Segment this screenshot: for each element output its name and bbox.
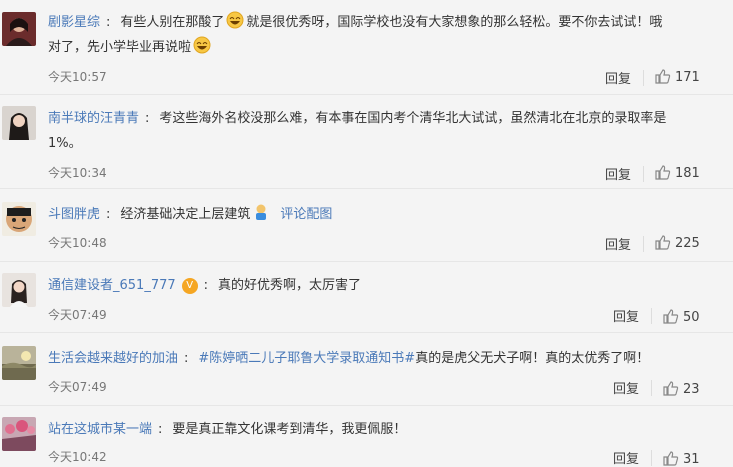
comment-item: 通信建设者_651_777 V: 真的好优秀啊，太厉害了 今天07:49 回复 50: [0, 261, 733, 333]
comment-text-line: 1%。: [48, 136, 82, 151]
comment-text: 通信建设者_651_777 V: 真的好优秀啊，太厉害了: [48, 273, 703, 298]
divider: [651, 450, 652, 466]
like-button[interactable]: 50: [662, 308, 700, 325]
like-count: 171: [675, 70, 700, 85]
reply-button[interactable]: 回复: [613, 306, 639, 325]
divider: [651, 308, 652, 324]
avatar[interactable]: [2, 273, 36, 307]
timestamp: 今天07:49: [48, 308, 107, 322]
username-link[interactable]: 斗图胖虎: [48, 207, 100, 222]
hashtag-link[interactable]: #陈婷晒二儿子耶鲁大学录取通知书#: [198, 351, 415, 366]
comment-text-line: 对了，先小学毕业再说啦: [48, 35, 703, 60]
colon: :: [106, 207, 111, 222]
laughing-emoji-icon: [193, 36, 211, 54]
comment-text: 南半球的汪青青: 考这些海外名校没那么难，有本事在国内考个清华北大试试，虽然清北在…: [48, 106, 703, 131]
comment-text-part: 要是真正靠文化课考到清华，我更佩服！: [172, 422, 407, 437]
thumbs-up-icon: [663, 381, 679, 396]
comment-image-link[interactable]: 评论配图: [280, 207, 332, 222]
thumbs-up-icon: [663, 451, 679, 466]
comment-text-part: 就是很优秀呀，国际学校也没有大家想象的那么轻松。要不你去试试！哦: [246, 15, 663, 30]
comment-text-part: 真的是虎父无犬子啊！真的太优秀了啊！: [415, 351, 650, 366]
username-link[interactable]: 南半球的汪青青: [48, 111, 139, 126]
timestamp: 今天10:48: [48, 236, 107, 250]
avatar[interactable]: [2, 106, 36, 140]
comment-text-part: 真的好优秀啊，太厉害了: [218, 278, 362, 293]
timestamp: 今天10:57: [48, 70, 107, 84]
divider: [643, 236, 644, 252]
avatar[interactable]: [2, 417, 36, 451]
like-count: 181: [675, 166, 700, 181]
reply-button[interactable]: 回复: [605, 234, 631, 253]
verified-badge-icon: V: [181, 278, 198, 294]
comment-text-part: 有些人别在那酸了: [120, 15, 225, 30]
comment-list: 剧影星综: 有些人别在那酸了 就是很优秀呀，国际学校也没有大家想象的那么轻松。要不你…: [0, 0, 733, 467]
laughing-emoji-icon: [226, 11, 244, 29]
divider: [643, 166, 644, 182]
username-link[interactable]: 站在这城市某一端: [48, 422, 152, 437]
like-button[interactable]: 23: [662, 380, 700, 397]
avatar[interactable]: [2, 12, 36, 46]
like-button[interactable]: 225: [654, 234, 700, 251]
username-link[interactable]: 通信建设者_651_777: [48, 278, 176, 293]
comment-item: 站在这城市某一端: 要是真正靠文化课考到清华，我更佩服！ 今天10:42 回复 3…: [0, 405, 733, 467]
like-button[interactable]: 181: [654, 164, 700, 181]
colon: :: [184, 351, 189, 366]
colon: :: [158, 422, 163, 437]
colon: :: [203, 278, 209, 293]
like-count: 225: [675, 236, 700, 251]
comment-text: 站在这城市某一端: 要是真正靠文化课考到清华，我更佩服！: [48, 417, 703, 442]
comment-text-part: 对了，先小学毕业再说啦: [48, 40, 192, 55]
avatar[interactable]: [2, 346, 36, 380]
like-count: 31: [683, 452, 700, 467]
timestamp: 今天10:34: [48, 166, 107, 180]
comment-item: 剧影星综: 有些人别在那酸了 就是很优秀呀，国际学校也没有大家想象的那么轻松。要不你…: [0, 0, 733, 95]
reply-button[interactable]: 回复: [605, 164, 631, 183]
avatar[interactable]: [2, 202, 36, 236]
like-count: 50: [683, 310, 700, 325]
like-button[interactable]: 31: [662, 450, 700, 467]
comment-item: 生活会越来越好的加油: #陈婷晒二儿子耶鲁大学录取通知书#真的是虎父无犬子啊！真的…: [0, 332, 733, 406]
comment-item: 斗图胖虎: 经济基础决定上层建筑 评论配图 今天10:48 回复 225: [0, 188, 733, 262]
sticker-icon: [256, 204, 267, 220]
like-count: 23: [683, 382, 700, 397]
thumbs-up-icon: [655, 69, 671, 84]
comment-text-part: 考这些海外名校没那么难，有本事在国内考个清华北大试试，虽然清北在北京的录取率是: [159, 111, 667, 126]
reply-button[interactable]: 回复: [613, 378, 639, 397]
username-link[interactable]: 生活会越来越好的加油: [48, 351, 178, 366]
timestamp: 今天10:42: [48, 450, 107, 464]
thumbs-up-icon: [655, 235, 671, 250]
comment-text-part: 经济基础决定上层建筑: [120, 207, 251, 222]
like-button[interactable]: 171: [654, 68, 700, 85]
timestamp: 今天07:49: [48, 380, 107, 394]
reply-button[interactable]: 回复: [605, 68, 631, 87]
colon: :: [106, 15, 111, 30]
comment-text: 斗图胖虎: 经济基础决定上层建筑 评论配图: [48, 202, 703, 227]
comment-text: 生活会越来越好的加油: #陈婷晒二儿子耶鲁大学录取通知书#真的是虎父无犬子啊！真的…: [48, 346, 703, 371]
comment-item: 南半球的汪青青: 考这些海外名校没那么难，有本事在国内考个清华北大试试，虽然清北在…: [0, 94, 733, 189]
thumbs-up-icon: [663, 309, 679, 324]
comment-text: 剧影星综: 有些人别在那酸了 就是很优秀呀，国际学校也没有大家想象的那么轻松。要不你…: [48, 10, 703, 35]
thumbs-up-icon: [655, 165, 671, 180]
username-link[interactable]: 剧影星综: [48, 15, 100, 30]
divider: [651, 380, 652, 396]
colon: :: [145, 111, 150, 126]
divider: [643, 70, 644, 86]
reply-button[interactable]: 回复: [613, 448, 639, 467]
